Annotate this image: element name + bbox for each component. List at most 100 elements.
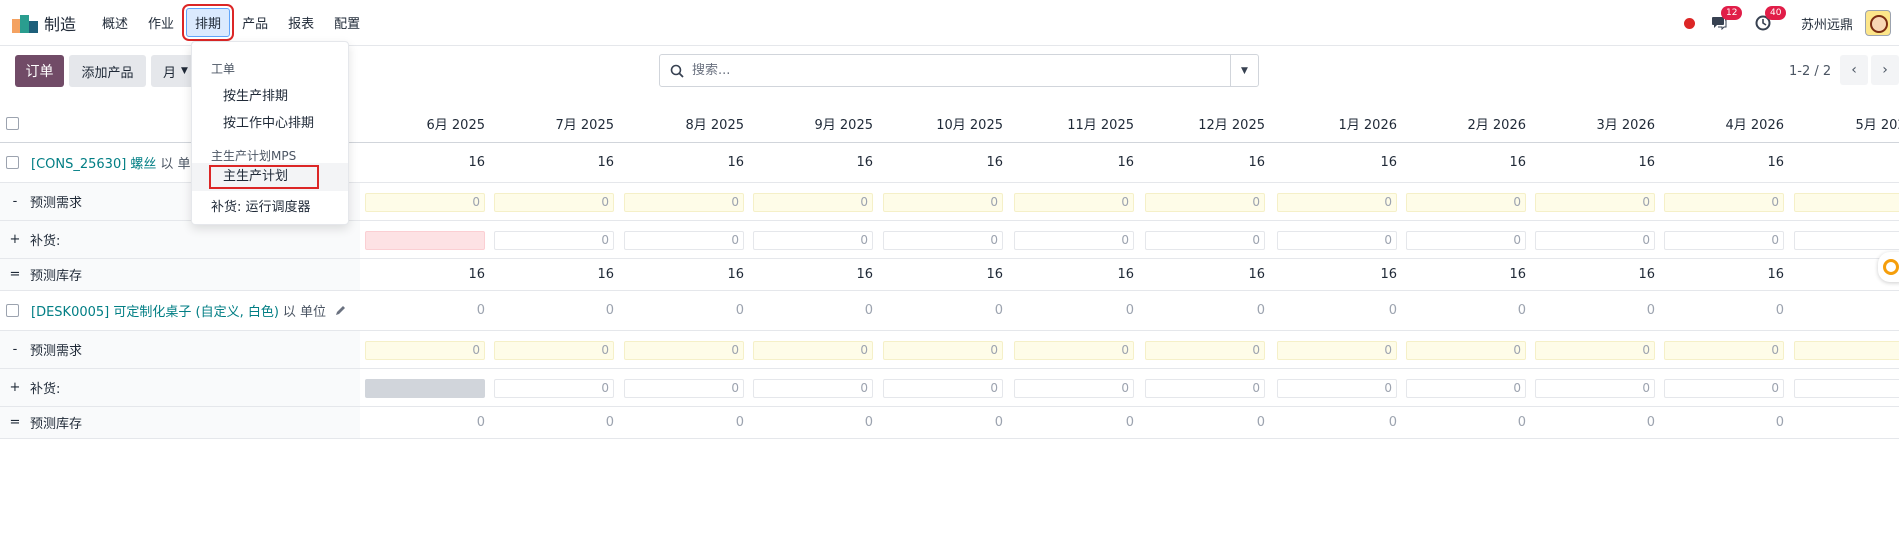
pencil-icon[interactable] — [334, 304, 347, 317]
search-options-toggle[interactable]: ▼ — [1230, 55, 1258, 86]
add-product-button[interactable]: 添加产品 — [69, 55, 146, 87]
messages-button[interactable]: 12 — [1709, 6, 1743, 33]
floating-widget[interactable] — [1878, 252, 1899, 282]
pager-next-button[interactable]: › — [1871, 55, 1899, 85]
menu-operations[interactable]: 作业 — [140, 9, 182, 36]
menu-configuration[interactable]: 配置 — [326, 9, 368, 36]
manufacturing-app-icon — [12, 13, 38, 33]
replenish-input[interactable]: 0 — [1145, 379, 1265, 398]
projected-value: 0 — [1646, 415, 1655, 430]
forecast-input[interactable]: 0 — [1406, 193, 1526, 212]
replenish-input[interactable] — [365, 231, 485, 250]
forecast-input[interactable]: 0 — [1794, 193, 1899, 212]
spinner-icon — [1883, 259, 1899, 275]
systray: 12 40 苏州远鼎 — [1683, 0, 1899, 46]
replenish-input[interactable]: 0 — [1535, 231, 1655, 250]
replenish-input[interactable]: 0 — [1014, 379, 1134, 398]
forecast-input[interactable]: 0 — [1014, 341, 1134, 360]
replenish-input[interactable] — [365, 379, 485, 398]
stock-value: 16 — [1509, 155, 1526, 170]
forecast-input[interactable]: 0 — [1794, 341, 1899, 360]
search-bar[interactable]: ▼ — [659, 54, 1259, 87]
replenish-input[interactable]: 0 — [1535, 379, 1655, 398]
forecast-input[interactable]: 0 — [494, 341, 614, 360]
projected-value: 0 — [1125, 415, 1134, 430]
forecast-input[interactable]: 0 — [365, 193, 485, 212]
projected-label: 预测库存 — [30, 417, 83, 432]
pager-value[interactable]: 1-2 / 2 — [1789, 64, 1831, 79]
product-link[interactable]: [CONS_25630] 螺丝 — [31, 153, 156, 172]
menu-products[interactable]: 产品 — [234, 9, 276, 36]
app-brand[interactable]: 制造 — [12, 11, 94, 35]
period-dropdown-button[interactable]: 月 ▼ — [151, 55, 195, 87]
replenish-input[interactable]: 0 — [624, 231, 744, 250]
forecast-input[interactable]: 0 — [1277, 341, 1397, 360]
menu-reporting[interactable]: 报表 — [280, 9, 322, 36]
month-header: 8月 2025 — [685, 117, 745, 133]
forecast-input[interactable]: 0 — [1277, 193, 1397, 212]
company-switcher[interactable]: 苏州远鼎 — [1801, 14, 1853, 33]
select-all-checkbox[interactable] — [6, 116, 19, 130]
product-checkbox[interactable] — [6, 304, 19, 317]
replenish-input[interactable]: 0 — [494, 379, 614, 398]
user-avatar[interactable] — [1865, 10, 1891, 36]
replenish-input[interactable]: 0 — [1277, 231, 1397, 250]
replenish-input[interactable]: 0 — [1664, 379, 1784, 398]
forecast-input[interactable]: 0 — [1535, 193, 1655, 212]
stock-value: 0 — [1517, 303, 1526, 318]
forecast-input[interactable]: 0 — [1664, 341, 1784, 360]
activities-button[interactable]: 40 — [1753, 6, 1787, 33]
dropdown-item-run-scheduler[interactable]: 补货: 运行调度器 — [211, 196, 311, 215]
replenish-input[interactable]: 0 — [1406, 231, 1526, 250]
forecast-input[interactable]: 0 — [1406, 341, 1526, 360]
product-checkbox[interactable] — [6, 156, 19, 169]
dropdown-item-by-production-schedule[interactable]: 按生产排期 — [223, 85, 288, 104]
forecast-input[interactable]: 0 — [883, 341, 1003, 360]
menu-overview[interactable]: 概述 — [94, 9, 136, 36]
forecast-input[interactable]: 0 — [365, 341, 485, 360]
forecast-input[interactable]: 0 — [1014, 193, 1134, 212]
replenish-input[interactable]: 0 — [753, 231, 873, 250]
replenish-input[interactable]: 0 — [1794, 379, 1899, 398]
forecast-input[interactable]: 0 — [753, 193, 873, 212]
forecast-input[interactable]: 0 — [1145, 193, 1265, 212]
replenish-input[interactable]: 0 — [494, 231, 614, 250]
replenish-input[interactable]: 0 — [1014, 231, 1134, 250]
forecast-input[interactable]: 0 — [753, 341, 873, 360]
projected-value: 0 — [605, 415, 614, 430]
orders-button[interactable]: 订单 — [15, 55, 64, 87]
forecast-input[interactable]: 0 — [1664, 193, 1784, 212]
stock-value: 0 — [605, 303, 614, 318]
replenish-input[interactable]: 0 — [883, 379, 1003, 398]
projected-label: 预测库存 — [30, 269, 83, 284]
operator-sign: = — [9, 267, 21, 282]
operator-sign: - — [12, 194, 18, 209]
stock-value: 16 — [1117, 155, 1134, 170]
product-link[interactable]: [DESK0005] 可定制化桌子 (自定义, 白色) — [31, 301, 279, 320]
dropdown-item-by-workcenter-schedule[interactable]: 按工作中心排期 — [223, 112, 314, 131]
caret-down-icon: ▼ — [1241, 65, 1248, 76]
replenish-input[interactable]: 0 — [1794, 231, 1899, 250]
forecast-input[interactable]: 0 — [624, 193, 744, 212]
replenish-input[interactable]: 0 — [1277, 379, 1397, 398]
replenish-input[interactable]: 0 — [624, 379, 744, 398]
dropdown-item-master-production-schedule[interactable]: 主生产计划 — [209, 165, 319, 189]
replenish-row: +补货:00000000000 — [0, 221, 1899, 259]
replenish-input[interactable]: 0 — [1145, 231, 1265, 250]
status-dot-icon[interactable] — [1683, 17, 1695, 29]
forecast-input[interactable]: 0 — [1145, 341, 1265, 360]
forecast-input[interactable]: 0 — [624, 341, 744, 360]
replenish-input[interactable]: 0 — [1406, 379, 1526, 398]
forecast-input[interactable]: 0 — [1535, 341, 1655, 360]
replenish-input[interactable]: 0 — [753, 379, 873, 398]
search-input[interactable] — [692, 63, 1192, 78]
pager-previous-button[interactable]: ‹ — [1840, 55, 1868, 85]
month-header: 2月 2026 — [1467, 117, 1527, 133]
projected-value: 16 — [1638, 267, 1655, 282]
menu-planning[interactable]: 排期 — [182, 4, 235, 41]
replenish-input[interactable]: 0 — [883, 231, 1003, 250]
replenish-input[interactable]: 0 — [1664, 231, 1784, 250]
projected-value: 16 — [1380, 267, 1397, 282]
forecast-input[interactable]: 0 — [883, 193, 1003, 212]
forecast-input[interactable]: 0 — [494, 193, 614, 212]
